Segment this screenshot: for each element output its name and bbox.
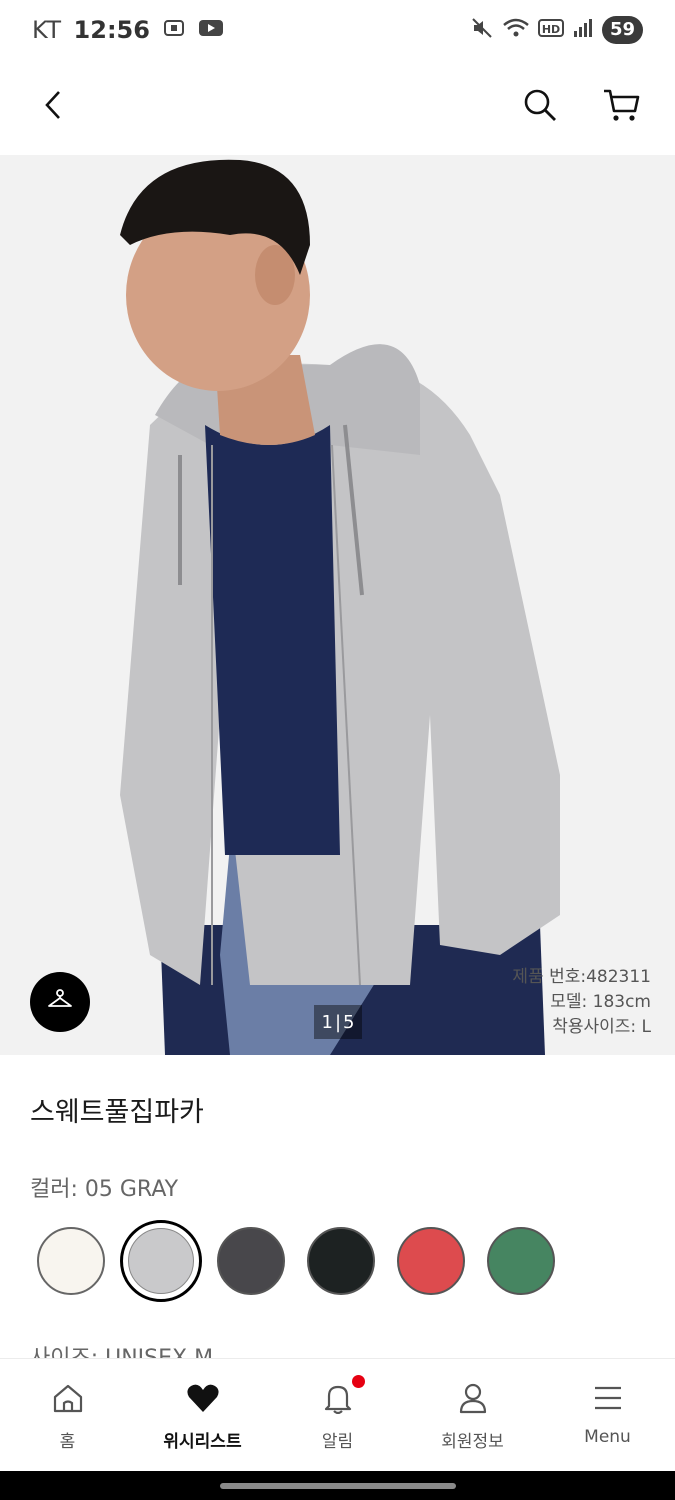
home-gesture-handle[interactable] [220,1483,456,1489]
user-icon [458,1381,488,1415]
image-counter: 1 | 5 [314,1005,362,1039]
swatch-dark-gray[interactable] [217,1227,285,1295]
screenshot-icon [162,16,186,44]
nav-wishlist-label: 위시리스트 [163,1432,242,1452]
signal-icon [572,17,594,43]
image-counter-current: 1 [321,1011,333,1033]
nav-wishlist[interactable]: 위시리스트 [135,1359,270,1471]
cart-icon [602,87,640,127]
product-photo [0,155,675,1055]
swatch-gray-selected[interactable] [120,1220,202,1302]
status-bar: KT 12:56 HD 59 [0,0,675,62]
swatch-off-white[interactable] [37,1227,105,1295]
search-icon [522,87,558,127]
clock: 12:56 [73,16,150,44]
back-button[interactable] [28,82,78,132]
youtube-icon [198,18,224,42]
nav-menu-label: Menu [584,1427,631,1447]
mute-icon [470,16,494,44]
menu-icon [593,1381,623,1415]
swatch-gray-fill [128,1228,194,1294]
cart-button[interactable] [596,82,646,132]
search-button[interactable] [515,82,565,132]
chevron-left-icon [41,89,65,125]
nav-alerts[interactable]: 알림 [270,1359,405,1471]
bell-icon [323,1375,365,1415]
worn-size: 착용사이즈: L [552,1017,651,1037]
hd-icon: HD [537,18,564,42]
nav-member-label: 회원정보 [441,1432,504,1452]
wifi-icon [502,16,530,44]
image-counter-total: 5 [343,1011,355,1033]
nav-member[interactable]: 회원정보 [405,1359,540,1471]
bottom-nav: 홈 위시리스트 알림 회원정보 Menu [0,1358,675,1471]
color-swatches [36,1220,636,1306]
swatch-black[interactable] [307,1227,375,1295]
color-label: 컬러: 05 GRAY [30,1177,179,1202]
home-icon [52,1381,84,1415]
nav-alerts-label: 알림 [321,1432,354,1452]
svg-text:HD: HD [542,23,560,36]
hanger-icon [46,989,74,1015]
battery-indicator: 59 [601,16,643,44]
product-image[interactable]: 제품 번호:482311 모델: 183cm 착용사이즈: L 1 | 5 [0,155,675,1055]
fit-button[interactable] [30,972,90,1032]
product-number: 제품 번호:482311 [512,967,651,987]
swatch-red[interactable] [397,1227,465,1295]
alert-badge [351,1375,365,1388]
app-header [0,62,675,154]
carrier-label: KT [32,16,62,44]
nav-home-label: 홈 [59,1432,76,1452]
nav-menu[interactable]: Menu [540,1359,675,1471]
model-height: 모델: 183cm [550,992,651,1012]
nav-home[interactable]: 홈 [0,1359,135,1471]
heart-icon [186,1381,220,1415]
product-title: 스웨트풀집파카 [30,1097,204,1128]
gesture-bar [0,1471,675,1500]
model-info: 제품 번호:482311 모델: 183cm 착용사이즈: L [512,965,651,1040]
swatch-green[interactable] [487,1227,555,1295]
